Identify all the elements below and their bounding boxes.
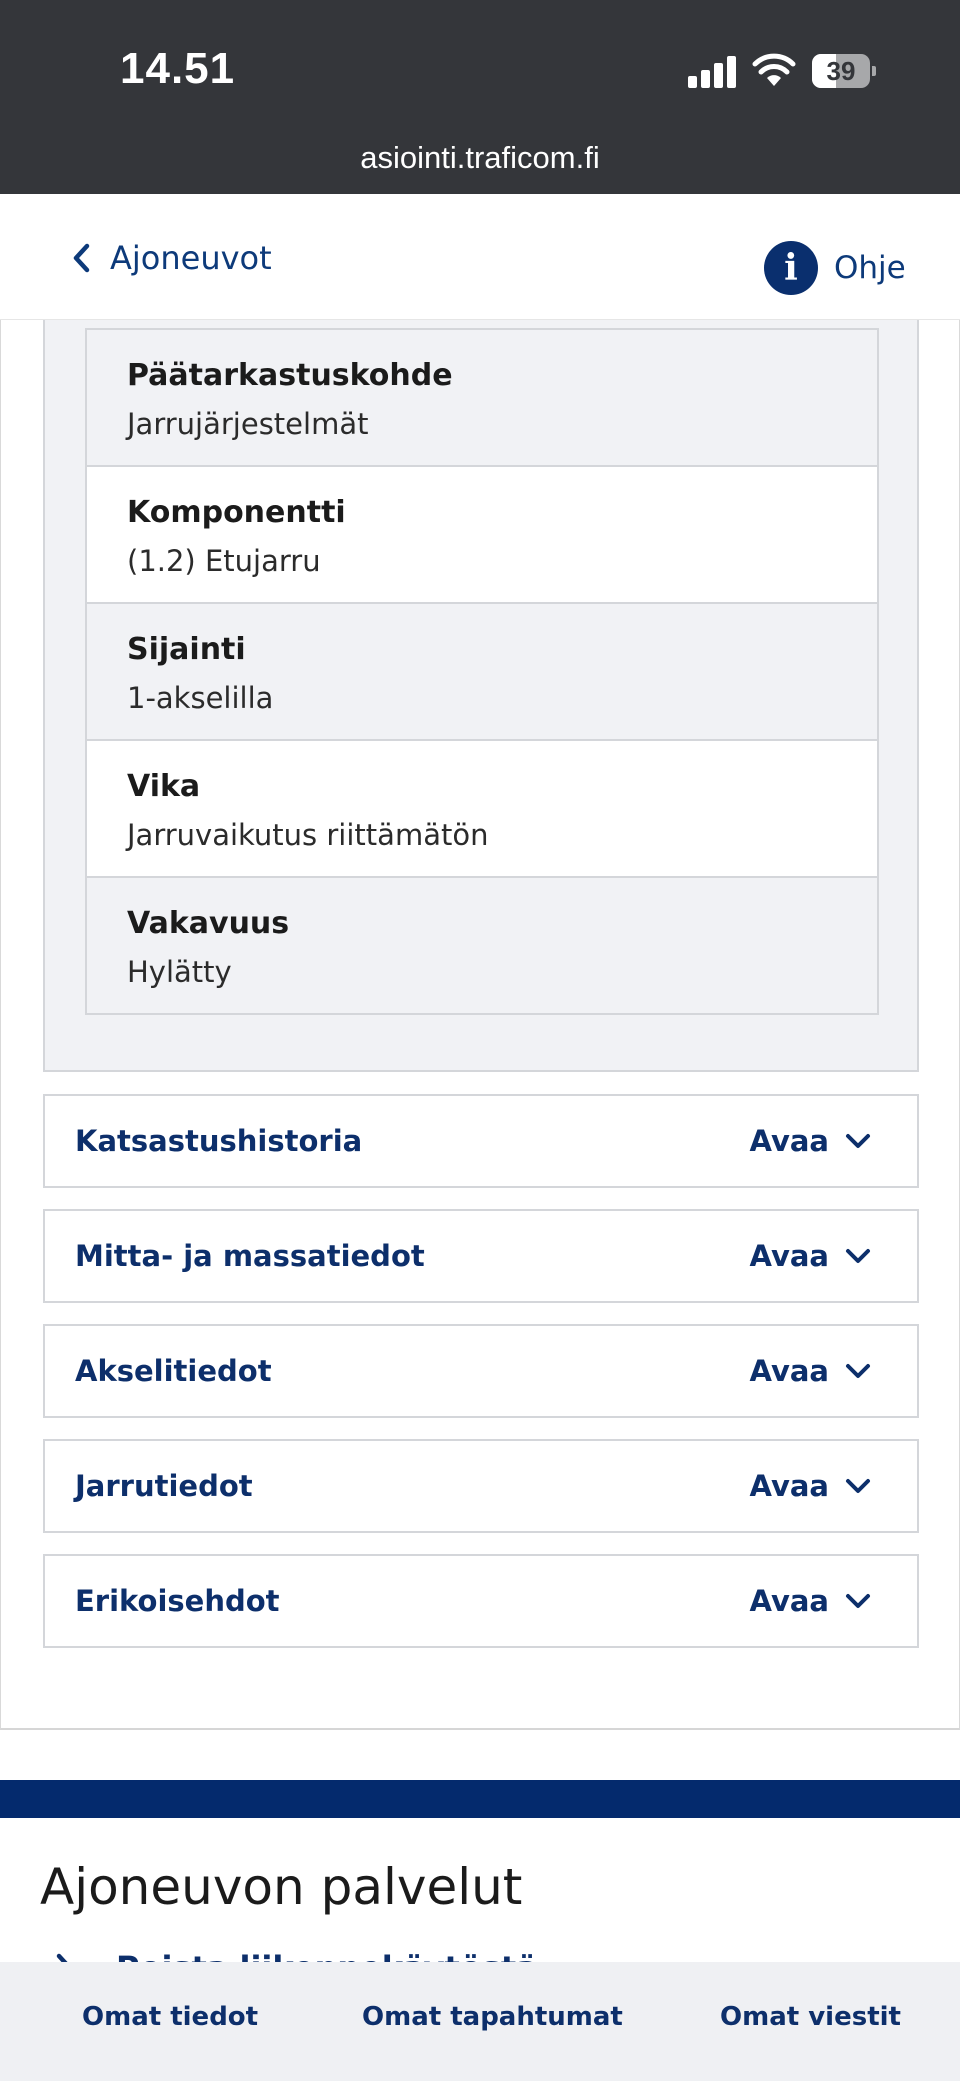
defect-value: Jarrujärjestelmät	[127, 407, 369, 441]
accordion-title: Akselitiedot	[75, 1354, 272, 1388]
defect-row-main-target: Päätarkastuskohde Jarrujärjestelmät	[87, 330, 877, 467]
accordion-axle-info[interactable]: Akselitiedot Avaa	[43, 1324, 919, 1418]
defect-label: Vakavuus	[127, 906, 290, 941]
accordion-title: Jarrutiedot	[75, 1469, 253, 1503]
defect-label: Sijainti	[127, 632, 246, 667]
back-link[interactable]: Ajoneuvot	[70, 234, 272, 282]
accordion-open-label: Avaa	[749, 1584, 829, 1618]
accordion-open-toggle[interactable]: Avaa	[750, 1469, 871, 1503]
chevron-down-icon	[846, 1479, 870, 1493]
defect-panel: Päätarkastuskohde Jarrujärjestelmät Komp…	[43, 320, 919, 1072]
accordion-open-toggle[interactable]: Avaa	[750, 1354, 871, 1388]
defect-value: (1.2) Etujarru	[127, 544, 321, 578]
cellular-signal-icon	[688, 56, 738, 88]
bottom-navigation: Omat tiedot Omat tapahtumat Omat viestit	[0, 1962, 960, 2081]
accordion-open-label: Avaa	[749, 1124, 829, 1158]
accordion-open-label: Avaa	[749, 1469, 829, 1503]
accordion-open-toggle[interactable]: Avaa	[750, 1239, 871, 1273]
services-heading: Ajoneuvon palvelut	[40, 1858, 523, 1916]
battery-level: 39	[826, 56, 856, 86]
app-header: Ajoneuvot i Ohje	[0, 194, 960, 320]
defect-value: 1-akselilla	[127, 681, 274, 715]
accordion-title: Erikoisehdot	[75, 1584, 280, 1618]
accordion-open-label: Avaa	[749, 1239, 829, 1273]
section-divider-strip	[0, 1780, 960, 1818]
chevron-down-icon	[846, 1594, 870, 1608]
nav-item-my-events[interactable]: Omat tapahtumat	[362, 2002, 623, 2032]
defect-details-list: Päätarkastuskohde Jarrujärjestelmät Komp…	[85, 328, 879, 1015]
accordion-dimensions-mass[interactable]: Mitta- ja massatiedot Avaa	[43, 1209, 919, 1303]
status-time: 14.51	[120, 44, 236, 93]
accordion-brake-info[interactable]: Jarrutiedot Avaa	[43, 1439, 919, 1533]
defect-value: Jarruvaikutus riittämätön	[127, 818, 489, 852]
defect-row-component: Komponentti (1.2) Etujarru	[87, 467, 877, 604]
defect-value: Hylätty	[127, 955, 232, 989]
chevron-down-icon	[846, 1364, 870, 1378]
help-link-label: Ohje	[834, 250, 906, 286]
defect-label: Vika	[127, 769, 201, 804]
defect-row-location: Sijainti 1-akselilla	[87, 604, 877, 741]
help-link[interactable]: i Ohje	[764, 240, 906, 296]
address-bar-url[interactable]: asiointi.traficom.fi	[0, 140, 960, 176]
accordion-title: Katsastushistoria	[75, 1124, 363, 1158]
nav-item-my-messages[interactable]: Omat viestit	[720, 2002, 901, 2032]
defect-label: Päätarkastuskohde	[127, 358, 453, 393]
defect-row-fault: Vika Jarruvaikutus riittämätön	[87, 741, 877, 878]
accordion-open-toggle[interactable]: Avaa	[750, 1124, 871, 1158]
accordion-inspection-history[interactable]: Katsastushistoria Avaa	[43, 1094, 919, 1188]
accordion-open-toggle[interactable]: Avaa	[750, 1584, 871, 1618]
info-icon: i	[764, 241, 818, 295]
back-link-label: Ajoneuvot	[110, 239, 272, 277]
defect-label: Komponentti	[127, 495, 346, 530]
defect-row-severity: Vakavuus Hylätty	[87, 878, 877, 1015]
accordion-title: Mitta- ja massatiedot	[75, 1239, 425, 1273]
chevron-down-icon	[846, 1134, 870, 1148]
nav-item-my-info[interactable]: Omat tiedot	[82, 2002, 258, 2032]
accordion-special-conditions[interactable]: Erikoisehdot Avaa	[43, 1554, 919, 1648]
wifi-icon	[752, 53, 796, 86]
battery-icon: 39	[812, 54, 876, 88]
vehicle-details-card: Päätarkastuskohde Jarrujärjestelmät Komp…	[0, 320, 960, 1730]
chevron-down-icon	[846, 1249, 870, 1263]
accordion-open-label: Avaa	[749, 1354, 829, 1388]
chevron-left-icon	[73, 243, 90, 273]
browser-chrome: 14.51 39 asiointi.traficom.fi	[0, 0, 960, 194]
